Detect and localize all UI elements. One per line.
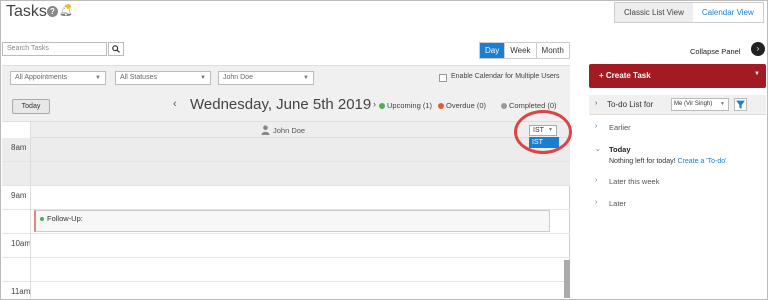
todo-user-select[interactable]: Me (Vir Singh) ▼ <box>671 98 729 111</box>
hour-label: 11am <box>11 287 31 296</box>
hour-row[interactable]: 11am <box>2 282 570 300</box>
day-calendar: 8am 9am 10am 11am John Doe Follow-Up: IS… <box>2 110 572 300</box>
todo-user-value: Me (Vir Singh) <box>674 101 713 107</box>
legend-completed: Completed (0) <box>501 101 557 110</box>
user-icon <box>261 125 270 135</box>
column-divider <box>30 138 31 298</box>
todo-title: To-do List for <box>607 100 654 109</box>
filter-icon <box>736 100 745 109</box>
scrollbar[interactable] <box>564 260 570 298</box>
legend-upcoming: Upcoming (1) <box>379 101 432 110</box>
chevron-down-icon: ▼ <box>720 101 725 107</box>
todo-group-today[interactable]: ⌄ Today Nothing left for today! Create a… <box>589 138 766 170</box>
statuses-select-value: All Statuses <box>120 74 157 81</box>
todo-group-label: Today <box>609 145 631 154</box>
multi-users-label: Enable Calendar for Multiple Users <box>451 73 560 80</box>
filter-bar: All Appointments ▼ All Statuses ▼ John D… <box>2 65 570 89</box>
hour-row[interactable]: 9am <box>2 186 570 210</box>
user-column-header: John Doe <box>30 122 570 138</box>
chevron-down-icon: ⌄ <box>595 146 601 153</box>
next-day-icon[interactable]: › <box>373 99 376 109</box>
hour-label: 9am <box>11 191 27 200</box>
create-task-button[interactable]: + Create Task ▼ <box>589 64 766 88</box>
todo-group-label: Later this week <box>609 177 660 186</box>
date-bar: Today ‹ Wednesday, June 5th 2019 › Upcom… <box>2 89 570 122</box>
week-button[interactable]: Week <box>504 43 535 58</box>
search-input[interactable]: Search Tasks <box>2 42 107 56</box>
calendar-view-tab[interactable]: Calendar View <box>692 3 763 22</box>
todo-group-earlier[interactable]: › Earlier <box>589 116 766 138</box>
multi-users-checkbox[interactable] <box>439 74 447 82</box>
appointments-select[interactable]: All Appointments ▼ <box>10 71 106 85</box>
chevron-down-icon: ▼ <box>95 75 101 81</box>
month-button[interactable]: Month <box>535 43 569 58</box>
chevron-down-icon: ▼ <box>200 75 206 81</box>
create-todo-link[interactable]: Create a 'To-do' <box>678 158 727 165</box>
completed-dot <box>501 103 507 110</box>
chevron-right-icon: › <box>595 177 598 184</box>
calendar-event[interactable]: Follow-Up: <box>34 210 550 232</box>
plus-icon: + <box>599 71 606 80</box>
todo-empty-text: Nothing left for today! <box>609 158 676 165</box>
user-select[interactable]: John Doe ▼ <box>218 71 314 85</box>
create-task-text: Create Task <box>605 71 651 80</box>
todo-group-label: Earlier <box>609 123 631 132</box>
collapse-panel-button[interactable]: › <box>751 42 765 56</box>
collapse-panel-label[interactable]: Collapse Panel <box>690 47 740 56</box>
legend-upcoming-label: Upcoming (1) <box>387 101 433 110</box>
highlight-circle <box>514 110 572 154</box>
legend-completed-label: Completed (0) <box>509 101 557 110</box>
current-date: Wednesday, June 5th 2019 <box>190 96 372 113</box>
legend-overdue-label: Overdue (0) <box>446 101 487 110</box>
range-toggle: Day Week Month <box>479 42 570 59</box>
upcoming-dot <box>379 103 385 110</box>
chevron-right-icon: › <box>595 199 598 206</box>
today-button[interactable]: Today <box>12 99 50 114</box>
user-column-name: John Doe <box>273 126 306 135</box>
upcoming-dot <box>40 217 44 221</box>
chevron-right-icon: › <box>756 44 760 53</box>
search-button[interactable] <box>108 42 124 56</box>
todo-list: › Earlier ⌄ Today Nothing left for today… <box>589 116 766 214</box>
page-title: Tasks <box>6 3 47 20</box>
chevron-down-icon[interactable]: ▼ <box>754 71 760 77</box>
todo-group-label: Later <box>609 199 627 208</box>
help-icon[interactable]: ? <box>47 6 58 17</box>
statuses-select[interactable]: All Statuses ▼ <box>115 71 211 85</box>
chevron-right-icon[interactable]: › <box>595 100 597 107</box>
chevron-right-icon: › <box>595 123 598 130</box>
hour-row[interactable] <box>2 162 570 186</box>
hour-label: 8am <box>11 143 27 152</box>
event-title: Follow-Up: <box>47 214 83 223</box>
hour-row[interactable]: 8am <box>2 138 570 162</box>
hour-row[interactable]: 10am <box>2 234 570 258</box>
hour-label: 10am <box>11 239 32 248</box>
create-task-label: + Create Task <box>599 71 651 80</box>
chevron-down-icon: ▼ <box>303 75 309 81</box>
filter-button[interactable] <box>734 98 747 111</box>
day-button[interactable]: Day <box>480 43 505 58</box>
classic-list-view-tab[interactable]: Classic List View <box>615 3 693 22</box>
search-icon <box>112 45 120 53</box>
todo-empty-message: Nothing left for today! Create a 'To-do' <box>609 158 726 165</box>
hour-row[interactable] <box>2 258 570 282</box>
todo-group-later-this-week[interactable]: › Later this week <box>589 170 766 192</box>
notification-dot <box>66 4 71 9</box>
todo-group-later[interactable]: › Later <box>589 192 766 214</box>
appointments-select-value: All Appointments <box>15 74 68 81</box>
overdue-dot <box>438 103 444 110</box>
user-select-value: John Doe <box>223 74 253 81</box>
todo-header: › To-do List for Me (Vir Singh) ▼ <box>589 95 766 115</box>
prev-day-icon[interactable]: ‹ <box>173 98 177 110</box>
view-toggle: Classic List View Calendar View <box>614 2 764 23</box>
legend-overdue: Overdue (0) <box>438 101 486 110</box>
